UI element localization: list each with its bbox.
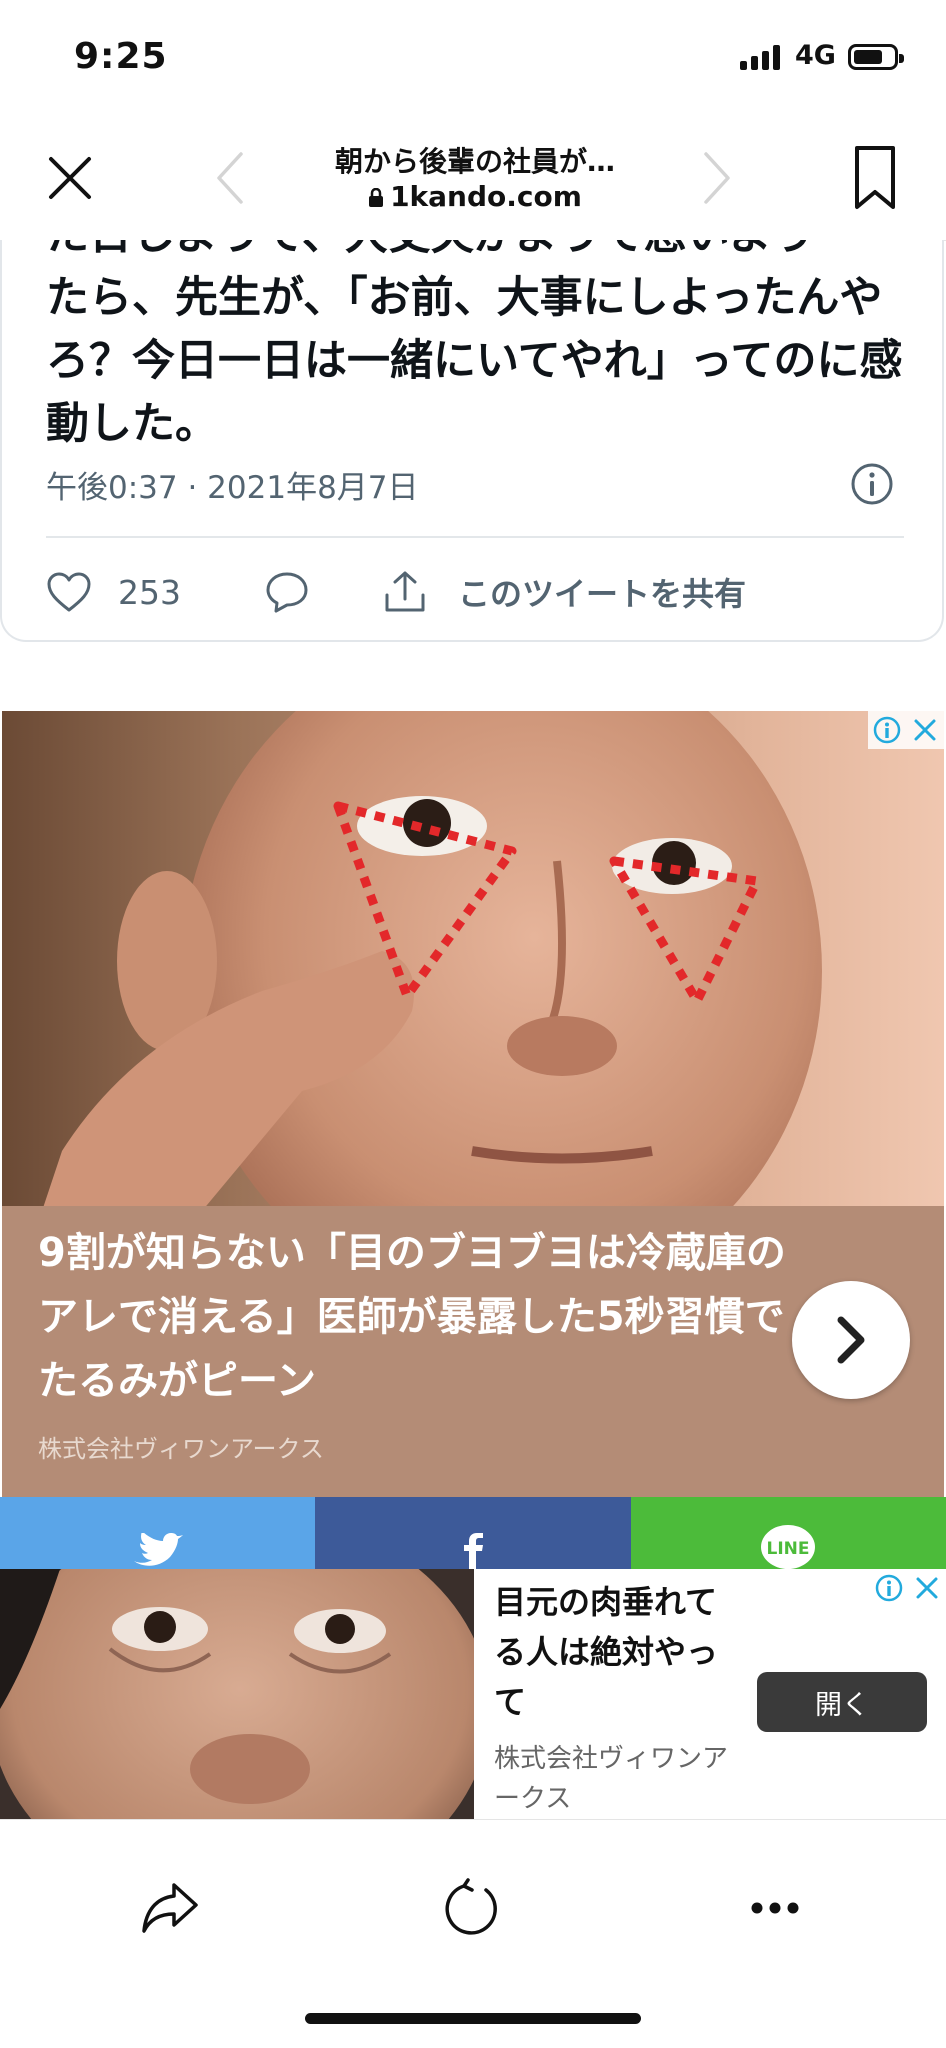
close-icon[interactable]	[40, 148, 100, 208]
chevron-right-icon	[837, 1316, 865, 1364]
ad2-badges	[870, 1569, 946, 1607]
twitter-share-button[interactable]	[0, 1497, 316, 1569]
share-tweet-button[interactable]: このツイートを共有	[382, 562, 746, 622]
lock-icon	[368, 182, 384, 215]
open-button[interactable]: 開く	[757, 1672, 927, 1732]
info-icon[interactable]	[850, 462, 894, 506]
ad-photo	[2, 711, 944, 1211]
url-text: 1kando.com	[390, 180, 582, 213]
status-bar: 9:25 4G	[0, 0, 946, 118]
home-indicator	[305, 2013, 641, 2024]
page-url[interactable]: 1kando.com	[260, 180, 690, 215]
social-share-bar: LINE	[0, 1497, 946, 1569]
share-label: このツイートを共有	[458, 575, 747, 613]
browser-nav-bar: 朝から後輩の社員が… 1kando.com	[0, 118, 946, 241]
like-count: 253	[118, 572, 181, 612]
sponsored-ad-small[interactable]: 目元の肉垂れてる人は絶対やって 株式会社ヴィワンアークス 開く	[0, 1569, 946, 1821]
network-type: 4G	[795, 40, 836, 71]
chevron-left-icon[interactable]	[205, 148, 255, 208]
reply-icon	[266, 572, 308, 613]
ad-badges	[868, 711, 944, 749]
chevron-right-icon[interactable]	[692, 148, 742, 208]
ad-headline[interactable]: 9割が知らない「目のブヨブヨは冷蔵庫のアレで消える」医師が暴露した5秒習慣でたる…	[38, 1221, 818, 1413]
ad-sponsor: 株式会社ヴィワンアークス	[38, 1435, 324, 1463]
status-time: 9:25	[74, 36, 168, 77]
battery-icon	[848, 44, 904, 70]
ad-info-icon[interactable]	[868, 711, 906, 749]
signal-icon	[740, 44, 780, 70]
share-icon	[385, 571, 425, 612]
tweet-card: た日しようて、大丈夫がようて息いよう たら、先生が、「お前、大事にしよったんやろ…	[0, 240, 944, 642]
page-title: 朝から後輩の社員が…	[334, 145, 615, 178]
divider	[46, 536, 904, 538]
tweet-text-clipped-line: た日しようて、大丈夫がようて息いよう	[46, 240, 916, 267]
ad2-sponsor: 株式会社ヴィワンアークス	[494, 1744, 729, 1814]
ad2-headline[interactable]: 目元の肉垂れてる人は絶対やって	[494, 1577, 744, 1727]
ad-close-icon[interactable]	[908, 1569, 946, 1607]
tweet-text: た日しようて、大丈夫がようて息いよう たら、先生が、「お前、大事にしよったんやろ…	[46, 240, 916, 456]
reload-icon[interactable]	[432, 1868, 512, 1948]
share-arrow-icon[interactable]	[130, 1868, 210, 1948]
reply-button[interactable]	[264, 562, 310, 622]
ad2-photo	[0, 1569, 474, 1819]
line-label: LINE	[767, 1539, 810, 1559]
line-icon: LINE	[761, 1525, 816, 1569]
more-icon[interactable]	[735, 1868, 815, 1948]
tweet-actions: 253 このツイートを共有	[46, 562, 906, 622]
facebook-share-button[interactable]	[315, 1497, 631, 1569]
sponsored-ad-large[interactable]: 9割が知らない「目のブヨブヨは冷蔵庫のアレで消える」医師が暴露した5秒習慣でたる…	[2, 711, 944, 1497]
tweet-timestamp[interactable]: 午後0:37 · 2021年8月7日	[46, 462, 419, 507]
line-share-button[interactable]: LINE	[630, 1497, 946, 1569]
ad-arrow-button[interactable]	[792, 1281, 910, 1399]
heart-icon	[47, 572, 91, 612]
ad-info-icon[interactable]	[870, 1569, 908, 1607]
tweet-text-body: たら、先生が、「お前、大事にしよったんやろ？今日一日は一緒にいてやれ」ってのに感…	[46, 273, 903, 449]
bookmark-icon[interactable]	[845, 140, 905, 216]
twitter-icon	[133, 1533, 183, 1566]
ad-close-icon[interactable]	[906, 711, 944, 749]
like-button[interactable]: 253	[46, 562, 181, 622]
facebook-icon	[463, 1533, 483, 1569]
